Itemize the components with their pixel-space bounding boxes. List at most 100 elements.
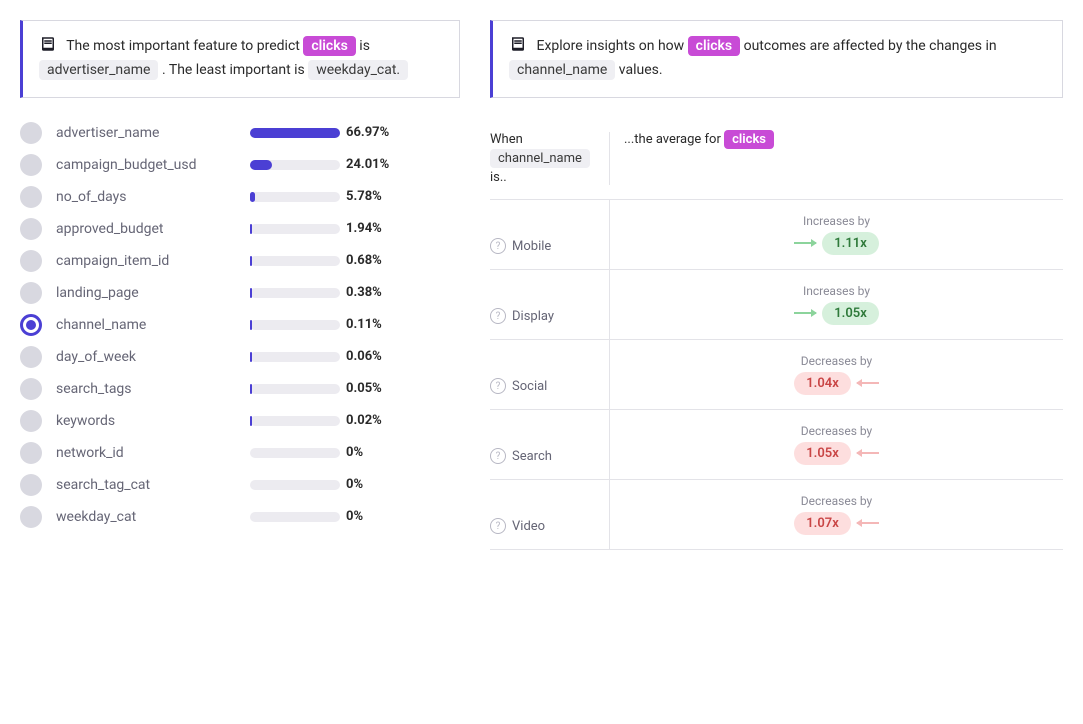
feature-bar: 24.01% xyxy=(250,157,460,172)
arrow-left-icon xyxy=(857,522,879,524)
feature-row[interactable]: search_tags0.05% xyxy=(20,378,460,400)
table-header: When channel_name is.. ...the average fo… xyxy=(490,122,1063,200)
feature-label: advertiser_name xyxy=(56,125,236,141)
feature-radio[interactable] xyxy=(20,378,42,400)
feature-bar: 0.05% xyxy=(250,381,460,396)
feature-bar: 5.78% xyxy=(250,189,460,204)
impact-badge: 1.11x xyxy=(794,232,879,255)
feature-label: weekday_cat xyxy=(56,509,236,525)
impact-value-label: Mobile xyxy=(512,239,551,254)
feature-pct: 0% xyxy=(346,445,363,460)
feature-bar: 0.02% xyxy=(250,413,460,428)
feature-row[interactable]: advertiser_name 66.97% xyxy=(20,122,460,144)
impact-factor: 1.04x xyxy=(794,372,851,395)
header-avg-for: ...the average for xyxy=(624,132,721,147)
feature-row[interactable]: search_tag_cat 0% xyxy=(20,474,460,496)
feature-radio[interactable] xyxy=(20,154,42,176)
feature-row[interactable]: landing_page0.38% xyxy=(20,282,460,304)
feature-label: campaign_budget_usd xyxy=(56,157,236,173)
impact-row: ?SocialDecreases by1.04x xyxy=(490,340,1063,410)
impact-factor: 1.05x xyxy=(794,442,851,465)
insight-text: Explore insights on how xyxy=(536,38,684,54)
feature-radio[interactable] xyxy=(20,314,42,336)
feature-radio[interactable] xyxy=(20,410,42,432)
insight-text: The most important feature to predict xyxy=(66,38,300,54)
feature-pct: 1.94% xyxy=(346,221,382,236)
header-target-pill: clicks xyxy=(724,130,774,149)
impact-direction: Decreases by xyxy=(801,424,872,438)
feature-row[interactable]: keywords 0.02% xyxy=(20,410,460,432)
feature-radio[interactable] xyxy=(20,442,42,464)
impact-value-label: Video xyxy=(512,519,545,534)
arrow-right-icon xyxy=(794,242,816,244)
impact-row: ? Video Decreases by 1.07x xyxy=(490,480,1063,550)
impact-value-label: Display xyxy=(512,309,554,324)
feature-radio[interactable] xyxy=(20,250,42,272)
feature-row[interactable]: channel_name0.11% xyxy=(20,314,460,336)
feature-radio[interactable] xyxy=(20,346,42,368)
insight-text: values. xyxy=(619,62,663,78)
feature-row[interactable]: weekday_cat 0% xyxy=(20,506,460,528)
feature-row[interactable]: day_of_week 0.06% xyxy=(20,346,460,368)
feature-bar: 66.97% xyxy=(250,125,460,140)
help-icon[interactable]: ? xyxy=(490,308,506,324)
feature-bar: 1.94% xyxy=(250,221,460,236)
top-feature-tag: advertiser_name xyxy=(39,60,158,80)
feature-label: keywords xyxy=(56,413,236,429)
help-icon[interactable]: ? xyxy=(490,518,506,534)
impact-badge: 1.05x xyxy=(794,302,879,325)
feature-label: search_tag_cat xyxy=(56,477,236,493)
header-when: When xyxy=(490,132,599,147)
impact-direction: Decreases by xyxy=(801,494,872,508)
feature-radio[interactable] xyxy=(20,218,42,240)
impact-row: ? Display Increases by 1.05x xyxy=(490,270,1063,340)
impact-row: ? Search Decreases by 1.05x xyxy=(490,410,1063,480)
feature-radio[interactable] xyxy=(20,282,42,304)
feature-radio[interactable] xyxy=(20,506,42,528)
feature-row[interactable]: approved_budget1.94% xyxy=(20,218,460,240)
target-pill: clicks xyxy=(303,36,355,56)
feature-radio[interactable] xyxy=(20,474,42,496)
impact-table: When channel_name is.. ...the average fo… xyxy=(490,122,1063,550)
feature-pct: 0.06% xyxy=(346,349,382,364)
feature-bar: 0% xyxy=(250,509,460,524)
feature-row[interactable]: no_of_days5.78% xyxy=(20,186,460,208)
impact-direction: Increases by xyxy=(803,214,870,228)
feature-pct: 0% xyxy=(346,477,363,492)
feature-radio[interactable] xyxy=(20,122,42,144)
impact-direction: Increases by xyxy=(803,284,870,298)
impact-row: ? Mobile Increases by 1.11x xyxy=(490,200,1063,270)
impact-value-label: Social xyxy=(512,379,547,394)
help-icon[interactable]: ? xyxy=(490,238,506,254)
feature-label: day_of_week xyxy=(56,349,236,365)
header-feature-tag: channel_name xyxy=(490,149,590,168)
feature-radio[interactable] xyxy=(20,186,42,208)
impact-badge: 1.07x xyxy=(794,512,879,535)
feature-label: channel_name xyxy=(56,317,236,333)
feature-pct: 0.68% xyxy=(346,253,382,268)
bottom-feature-tag: weekday_cat. xyxy=(308,60,408,80)
feature-pct: 66.97% xyxy=(346,125,389,140)
book-icon xyxy=(509,35,527,53)
feature-row[interactable]: campaign_budget_usd 24.01% xyxy=(20,154,460,176)
impact-factor: 1.07x xyxy=(794,512,851,535)
feature-row[interactable]: network_id 0% xyxy=(20,442,460,464)
book-icon xyxy=(39,35,57,53)
impact-value-label: Search xyxy=(512,449,552,464)
insight-text: is xyxy=(359,38,370,54)
feature-pct: 24.01% xyxy=(346,157,389,172)
feature-label: network_id xyxy=(56,445,236,461)
impact-factor: 1.11x xyxy=(822,232,879,255)
feature-pct: 0% xyxy=(346,509,363,524)
feature-bar: 0.38% xyxy=(250,285,460,300)
help-icon[interactable]: ? xyxy=(490,378,506,394)
feature-row[interactable]: campaign_item_id 0.68% xyxy=(20,250,460,272)
feature-bar: 0% xyxy=(250,477,460,492)
feature-importance-insight: The most important feature to predict cl… xyxy=(20,20,460,98)
feature-bar: 0.06% xyxy=(250,349,460,364)
feature-bar: 0.68% xyxy=(250,253,460,268)
feature-pct: 0.02% xyxy=(346,413,382,428)
feature-label: campaign_item_id xyxy=(56,253,236,269)
impact-badge: 1.05x xyxy=(794,442,879,465)
help-icon[interactable]: ? xyxy=(490,448,506,464)
